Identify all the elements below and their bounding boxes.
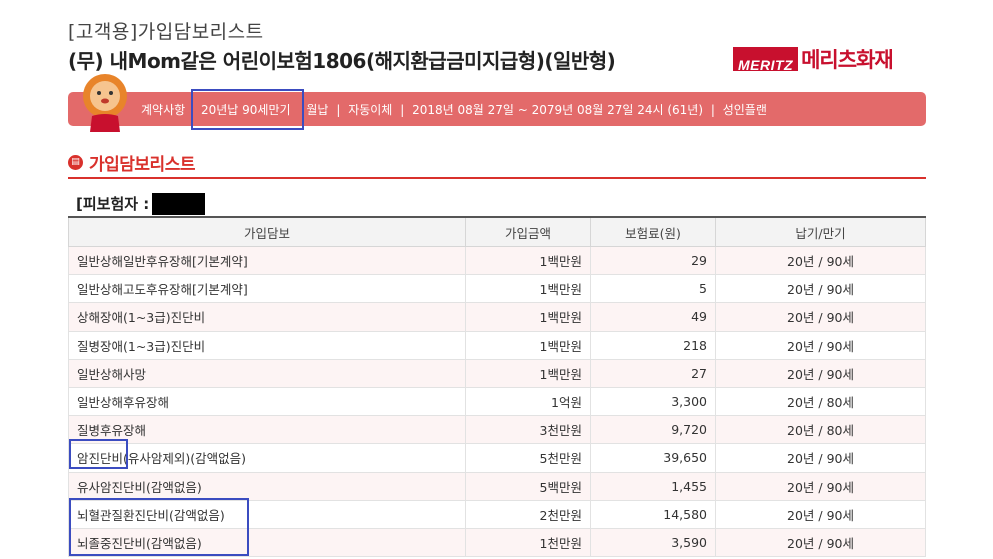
- coverage-term: 20년 / 90세: [715, 443, 926, 473]
- header-term: 납기/만기: [715, 216, 926, 247]
- coverage-amount: 1백만원: [465, 245, 591, 276]
- table-row: 일반상해고도후유장해[기본계약] 1백만원 5 20년 / 90세: [68, 274, 926, 304]
- coverage-term: 20년 / 90세: [715, 527, 926, 558]
- coverage-premium: 49: [590, 302, 716, 332]
- coverage-premium: 3,300: [590, 386, 716, 417]
- document-title: (무) 내Mom같은 어린이보험1806(해지환급금미지급형)(일반형): [68, 49, 616, 73]
- coverage-name: 상해장애(1~3급)진단비: [68, 302, 466, 332]
- header-amount: 가입금액: [465, 216, 591, 247]
- coverage-term: 20년 / 90세: [715, 330, 926, 360]
- coverage-amount: 1백만원: [465, 330, 591, 360]
- coverage-term: 20년 / 80세: [715, 415, 926, 445]
- table-row: 질병장애(1~3급)진단비 1백만원 218 20년 / 90세: [68, 330, 926, 360]
- brand-name: 메리츠화재: [801, 48, 894, 72]
- coverage-premium: 5: [590, 274, 716, 304]
- document-icon: ▤: [68, 155, 83, 170]
- section-divider: [68, 177, 926, 179]
- coverage-premium: 14,580: [590, 499, 716, 529]
- coverage-name: 질병장애(1~3급)진단비: [68, 330, 466, 360]
- coverage-premium: 27: [590, 358, 716, 388]
- coverage-term: 20년 / 90세: [715, 471, 926, 501]
- coverage-premium: 3,590: [590, 527, 716, 558]
- coverage-premium: 29: [590, 245, 716, 276]
- insured-label: [피보험자 :: [76, 195, 150, 213]
- coverage-name: 암진단비(유사암제외)(감액없음): [68, 443, 466, 473]
- redacted-name: [152, 193, 205, 215]
- banner-transfer: 자동이체: [348, 103, 393, 117]
- coverage-name: 일반상해후유장해: [68, 386, 466, 417]
- coverage-term: 20년 / 80세: [715, 386, 926, 417]
- coverage-amount: 5백만원: [465, 471, 591, 501]
- coverage-amount: 3천만원: [465, 415, 591, 445]
- lion-mascot-icon: [83, 74, 127, 132]
- cerebrovascular-highlight-box: [69, 498, 249, 556]
- header-premium: 보험료(원): [590, 216, 716, 247]
- separator: |: [400, 103, 405, 117]
- cancer-highlight-box: [69, 439, 128, 469]
- table-row: 상해장애(1~3급)진단비 1백만원 49 20년 / 90세: [68, 302, 926, 332]
- coverage-amount: 1억원: [465, 386, 591, 417]
- document-subtitle: [고객용]가입담보리스트: [68, 21, 264, 43]
- table-row: 일반상해사망 1백만원 27 20년 / 90세: [68, 358, 926, 388]
- coverage-name: 일반상해고도후유장해[기본계약]: [68, 274, 466, 304]
- section-heading: ▤ 가입담보리스트: [68, 150, 195, 175]
- separator: |: [710, 103, 715, 117]
- section-title: 가입담보리스트: [89, 155, 195, 175]
- coverage-premium: 1,455: [590, 471, 716, 501]
- banner-plan: 성인플랜: [722, 103, 767, 117]
- coverage-amount: 2천만원: [465, 499, 591, 529]
- coverage-amount: 1백만원: [465, 274, 591, 304]
- coverage-name: 유사암진단비(감액없음): [68, 471, 466, 501]
- meritz-wordmark: MERITZ: [733, 47, 799, 73]
- term-highlight-box: [191, 89, 304, 130]
- coverage-premium: 9,720: [590, 415, 716, 445]
- coverage-name: 일반상해사망: [68, 358, 466, 388]
- coverage-premium: 218: [590, 330, 716, 360]
- coverage-term: 20년 / 90세: [715, 274, 926, 304]
- coverage-amount: 1천만원: [465, 527, 591, 558]
- table-row: 일반상해일반후유장해[기본계약] 1백만원 29 20년 / 90세: [68, 245, 926, 276]
- table-row: 암진단비(유사암제외)(감액없음) 5천만원 39,650 20년 / 90세: [68, 443, 926, 473]
- meritz-logo: MERITZ 메리츠화재: [733, 44, 894, 74]
- coverage-name: 질병후유장해: [68, 415, 466, 445]
- coverage-term: 20년 / 90세: [715, 358, 926, 388]
- coverage-amount: 5천만원: [465, 443, 591, 473]
- banner-label: 계약사항: [141, 103, 186, 117]
- coverage-premium: 39,650: [590, 443, 716, 473]
- coverage-term: 20년 / 90세: [715, 245, 926, 276]
- banner-payment: 월납: [306, 103, 329, 117]
- coverage-amount: 1백만원: [465, 358, 591, 388]
- coverage-term: 20년 / 90세: [715, 302, 926, 332]
- separator: |: [336, 103, 341, 117]
- coverage-term: 20년 / 90세: [715, 499, 926, 529]
- table-row: 일반상해후유장해 1억원 3,300 20년 / 80세: [68, 386, 926, 417]
- coverage-amount: 1백만원: [465, 302, 591, 332]
- coverage-name: 일반상해일반후유장해[기본계약]: [68, 245, 466, 276]
- table-row: 유사암진단비(감액없음) 5백만원 1,455 20년 / 90세: [68, 471, 926, 501]
- table-row: 질병후유장해 3천만원 9,720 20년 / 80세: [68, 415, 926, 445]
- header-coverage: 가입담보: [68, 216, 466, 247]
- banner-period: 2018년 08월 27일 ~ 2079년 08월 27일 24시 (61년): [412, 103, 704, 117]
